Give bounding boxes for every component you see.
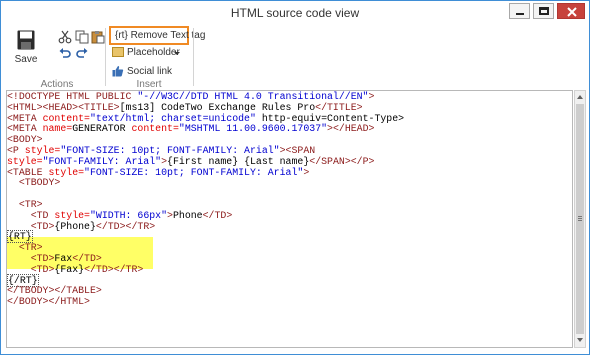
code-line: <TD>{Fax}</TD></TR>: [7, 263, 404, 276]
code-token: </TD></TR>: [95, 220, 156, 232]
grip-line: [578, 216, 582, 217]
code-token: "MSHTML 11.00.9600.17037": [178, 123, 328, 135]
remove-text-tag-button[interactable]: {rt} Remove Text tag: [109, 26, 205, 45]
code-token: "FONT-SIZE: 10pt; FONT-FAMILY: Arial": [60, 144, 280, 156]
save-icon: [17, 30, 35, 50]
code-token: "text/html; charset=unicode": [89, 112, 256, 124]
code-token: ></HEAD>: [327, 123, 375, 135]
close-button[interactable]: [557, 3, 585, 19]
code-token: <TD: [7, 209, 55, 221]
cut-icon[interactable]: [58, 30, 72, 44]
code-editor[interactable]: <!DOCTYPE HTML PUBLIC "-//W3C//DTD HTML …: [6, 90, 573, 348]
close-icon: [567, 7, 577, 17]
grip-line: [578, 220, 582, 221]
placeholder-icon: [112, 47, 124, 57]
code-token: <P: [7, 144, 25, 156]
code-token: http-equiv=Content-Type>: [255, 112, 405, 124]
code-token: "-//W3C//DTD HTML 4.0 Transitional//EN": [137, 91, 369, 102]
code-token: "WIDTH: 66px": [89, 209, 168, 221]
code-token: style=: [7, 155, 43, 167]
code-token: content=: [131, 123, 179, 135]
maximize-button[interactable]: [533, 3, 554, 19]
code-token: <BODY>: [7, 134, 43, 146]
code-token: [ms13] CodeTwo Exchange Rules Pro: [119, 101, 316, 113]
code-token: name=: [42, 123, 73, 135]
save-label: Save: [14, 54, 38, 65]
scroll-down-icon[interactable]: [577, 338, 583, 342]
title-bar[interactable]: HTML source code view: [1, 1, 589, 26]
code-line: <META name=GENERATOR content="MSHTML 11.…: [7, 123, 404, 135]
code-token: <META: [7, 123, 43, 135]
code-token: style=: [48, 166, 85, 178]
code-token: Phone: [172, 209, 203, 221]
code-line: <TD>{Phone}</TD></TR>: [7, 220, 404, 233]
code-line: {RT}: [7, 230, 404, 244]
code-token: </TD>: [202, 209, 233, 221]
social-link-button[interactable]: Social link: [111, 64, 181, 80]
code-token: </TITLE>: [315, 101, 363, 113]
code-token: "FONT-SIZE: 10pt; FONT-FAMILY: Arial": [84, 166, 304, 178]
window-title: HTML source code view: [230, 6, 360, 20]
maximize-icon: [539, 7, 549, 15]
copy-icon[interactable]: [75, 30, 89, 44]
code-token: {First name} {Last name}: [167, 155, 310, 167]
code-token: <META: [7, 112, 43, 124]
chevron-down-icon: [174, 52, 180, 55]
code-token: <!DOCTYPE HTML PUBLIC: [7, 91, 138, 102]
code-token: </TD></TR>: [84, 263, 144, 275]
actions-group-label: Actions: [40, 79, 74, 90]
code-token: {Fax}: [54, 263, 85, 275]
undo-icon[interactable]: [58, 47, 72, 61]
code-token: GENERATOR: [72, 123, 132, 135]
group-divider: [193, 28, 194, 86]
scroll-up-icon[interactable]: [577, 95, 583, 99]
insert-group-label: Insert: [136, 79, 162, 90]
remove-text-tag-label: {rt} Remove Text tag: [115, 30, 206, 41]
code-token: {Phone}: [54, 220, 96, 232]
source-code: <!DOCTYPE HTML PUBLIC "-//W3C//DTD HTML …: [7, 91, 405, 308]
code-token: >: [303, 166, 310, 178]
code-token: <TR>: [7, 198, 43, 210]
scrollbar-thumb[interactable]: [576, 104, 584, 334]
code-token: </TBODY></TABLE>: [7, 285, 102, 297]
group-divider: [105, 28, 106, 86]
placeholder-label: Placeholder: [127, 47, 180, 58]
save-button[interactable]: Save: [10, 28, 42, 72]
code-token: </SPAN></P>: [309, 155, 375, 167]
social-link-label: Social link: [127, 66, 173, 77]
code-line: <TABLE style="FONT-SIZE: 10pt; FONT-FAMI…: [7, 166, 404, 179]
html-source-window: HTML source code view Save Actions {rt} …: [0, 0, 590, 355]
minimize-button[interactable]: [509, 3, 530, 19]
code-token: </TD>: [72, 252, 102, 264]
ribbon: Save Actions {rt} Remove Text tag Placeh…: [2, 26, 588, 90]
code-token: <TABLE: [7, 166, 49, 178]
vertical-scrollbar[interactable]: [574, 90, 586, 348]
code-line: <TBODY>: [7, 177, 404, 189]
code-token: ><SPAN: [279, 144, 316, 156]
redo-icon[interactable]: [75, 47, 89, 61]
code-token: Fax: [54, 252, 73, 264]
code-token: <TD>: [7, 252, 55, 264]
code-token: "FONT-FAMILY: Arial": [42, 155, 162, 167]
code-token: <TBODY>: [7, 177, 61, 189]
code-token: <TR>: [7, 242, 43, 254]
code-token: <HTML><HEAD><TITLE>: [7, 101, 120, 113]
grip-line: [578, 218, 582, 219]
code-token: content=: [42, 112, 90, 124]
code-line: </BODY></HTML>: [7, 296, 404, 308]
code-token: style=: [24, 144, 61, 156]
paste-icon[interactable]: [91, 30, 105, 44]
code-token: style=: [54, 209, 90, 221]
code-token: </BODY></HTML>: [7, 296, 90, 308]
placeholder-dropdown[interactable]: Placeholder: [111, 45, 189, 61]
code-token: >: [368, 91, 375, 102]
thumbs-up-icon: [112, 66, 124, 77]
minimize-icon: [516, 13, 524, 15]
